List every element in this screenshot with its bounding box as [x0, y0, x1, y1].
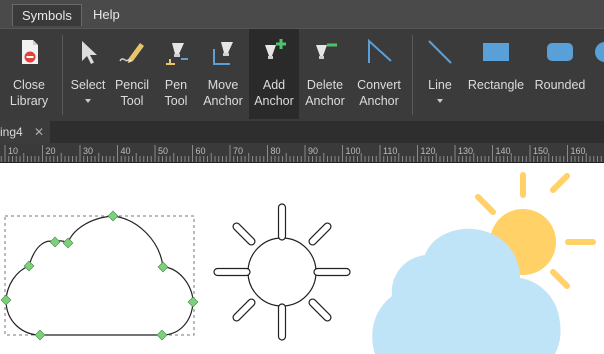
ruler-label: 120 [421, 146, 436, 156]
pen-icon [166, 43, 188, 65]
rounded-rectangle-button[interactable]: Rounded [530, 29, 590, 119]
menu-symbols[interactable]: Symbols [12, 4, 82, 26]
document-tab-label: ing4 [0, 125, 23, 139]
ruler-label: 130 [458, 146, 473, 156]
pencil-tool-label: Pencil Tool [114, 78, 150, 108]
delete-anchor-button[interactable]: Delete Anchor [300, 29, 350, 119]
document-tab[interactable]: ing4 ✕ [0, 121, 50, 143]
rounded-rectangle-label: Rounded [534, 78, 586, 92]
sun-outline-shape[interactable] [213, 203, 351, 341]
document-tab-strip: ing4 ✕ [0, 121, 604, 143]
ruler-label: 160 [571, 146, 586, 156]
ruler-label: 110 [383, 146, 397, 156]
close-library-button[interactable]: Close Library [4, 29, 54, 119]
rectangle-icon [483, 43, 509, 61]
separator [412, 35, 413, 115]
delete-anchor-label: Delete Anchor [305, 78, 345, 108]
ruler-label: 30 [83, 146, 93, 156]
ruler-label: 60 [196, 146, 206, 156]
rectangle-label: Rectangle [467, 78, 525, 92]
circle-shape-icon [595, 42, 604, 62]
ruler-label: 40 [121, 146, 131, 156]
move-anchor-label: Move Anchor [203, 78, 243, 108]
sun-outline-core [247, 237, 317, 307]
ruler-label: 150 [533, 146, 548, 156]
menu-bar: Symbols Help [0, 0, 604, 28]
sun-behind-cloud-shape[interactable] [372, 172, 596, 354]
close-library-label: Close Library [9, 78, 49, 108]
add-anchor-button[interactable]: Add Anchor [249, 29, 299, 119]
separator [62, 35, 63, 115]
line-icon [428, 40, 452, 64]
convert-anchor-button[interactable]: Convert Anchor [351, 29, 407, 119]
pencil-icon [119, 43, 144, 63]
move-anchor-button[interactable]: Move Anchor [198, 29, 248, 119]
ruler-label: 10 [8, 146, 18, 156]
select-arrow-icon [82, 41, 97, 64]
more-shapes-button[interactable] [592, 29, 604, 119]
ruler-label: 20 [46, 146, 56, 156]
anchor-points [0, 210, 199, 341]
line-dropdown-caret[interactable] [437, 99, 443, 103]
menu-help[interactable]: Help [84, 4, 129, 26]
cloud-outline-shape[interactable] [0, 210, 199, 341]
select-label: Select [70, 78, 106, 92]
ruler-scale: 10 20 30 40 50 60 70 80 90 100 110 120 130 140 150 160 [0, 145, 602, 162]
add-anchor-label: Add Anchor [254, 78, 294, 108]
select-button[interactable]: Select [66, 29, 110, 119]
line-button[interactable]: Line [418, 29, 462, 119]
ribbon-toolbar: Close Library Select Pencil Tool Pen Too… [0, 28, 604, 121]
pen-tool-label: Pen Tool [164, 78, 188, 108]
ruler-label: 50 [158, 146, 168, 156]
select-dropdown-caret[interactable] [85, 99, 91, 103]
ruler-label: 100 [346, 146, 361, 156]
rectangle-button[interactable]: Rectangle [464, 29, 528, 119]
close-tab-icon[interactable]: ✕ [34, 121, 44, 143]
delete-anchor-icon [316, 43, 337, 59]
horizontal-ruler: 10 20 30 40 50 60 70 80 90 100 110 120 130 140 150 160 [0, 143, 604, 163]
close-library-icon [22, 40, 38, 64]
rounded-rectangle-icon [547, 43, 573, 61]
drawing-canvas[interactable] [0, 163, 604, 354]
ruler-label: 70 [233, 146, 243, 156]
convert-anchor-label: Convert Anchor [357, 78, 401, 108]
selection-box [4, 215, 195, 336]
ruler-label: 80 [271, 146, 281, 156]
convert-anchor-icon [368, 38, 392, 63]
line-label: Line [428, 78, 452, 92]
pen-tool-button[interactable]: Pen Tool [154, 29, 198, 119]
cloud-path [5, 215, 194, 336]
ruler-label: 140 [496, 146, 511, 156]
move-anchor-icon [213, 42, 233, 65]
pencil-tool-button[interactable]: Pencil Tool [110, 29, 154, 119]
ruler-label: 90 [308, 146, 318, 156]
add-anchor-icon [265, 39, 286, 59]
